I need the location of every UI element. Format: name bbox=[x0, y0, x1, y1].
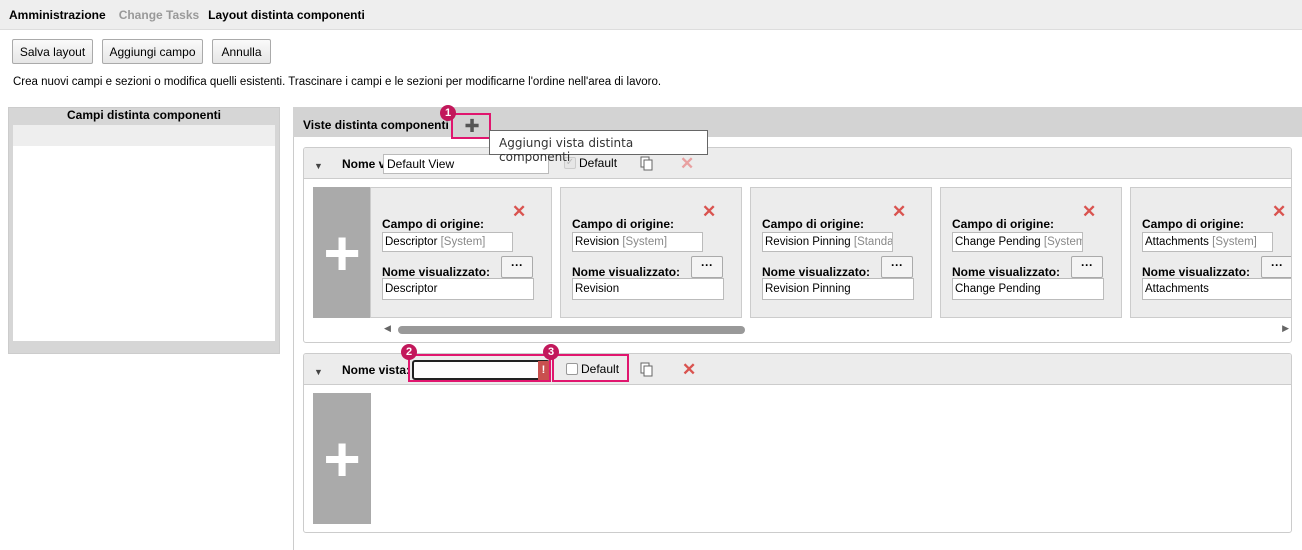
source-field-label: Campo di origine: bbox=[762, 217, 864, 231]
remove-field-icon[interactable]: ✕ bbox=[512, 203, 526, 220]
horizontal-scrollbar[interactable]: ◀ ▶ bbox=[384, 323, 1289, 335]
fields-panel-title: Campi distinta componenti bbox=[66, 108, 221, 122]
field-card[interactable]: ✕ Campo di origine: Revision Pinning [St… bbox=[750, 187, 932, 318]
delete-view-icon[interactable]: ✕ bbox=[682, 361, 696, 378]
callout-badge-2: 2 bbox=[401, 344, 417, 360]
display-name-label: Nome visualizzato: bbox=[952, 265, 1061, 279]
default-label: Default bbox=[579, 156, 618, 170]
display-name-input[interactable]: Revision bbox=[572, 278, 724, 300]
more-options-button[interactable]: ··· bbox=[501, 256, 533, 278]
save-layout-button[interactable]: Salva layout bbox=[12, 39, 93, 64]
field-card[interactable]: ✕ Campo di origine: Revision [System] ··… bbox=[560, 187, 742, 318]
remove-field-icon[interactable]: ✕ bbox=[892, 203, 906, 220]
more-options-button[interactable]: ··· bbox=[1261, 256, 1291, 278]
display-name-label: Nome visualizzato: bbox=[762, 265, 871, 279]
add-field-tile[interactable]: + bbox=[313, 187, 371, 318]
add-view-tooltip: Aggiungi vista distinta componenti bbox=[489, 130, 708, 164]
scroll-left-icon[interactable]: ◀ bbox=[384, 323, 391, 334]
description: Crea nuovi campi e sezioni o modifica qu… bbox=[13, 76, 662, 88]
source-field-tag: [Standar bbox=[853, 236, 893, 248]
source-field-tag: [System] bbox=[440, 236, 486, 248]
cancel-button[interactable]: Annulla bbox=[212, 39, 271, 64]
source-field-label: Campo di origine: bbox=[1142, 217, 1244, 231]
source-field-value: Revision bbox=[575, 236, 620, 248]
callout-3-highlight bbox=[552, 354, 629, 382]
source-field-label: Campo di origine: bbox=[572, 217, 674, 231]
display-name-input[interactable]: Revision Pinning bbox=[762, 278, 914, 300]
delete-view-icon[interactable]: ✕ bbox=[680, 155, 694, 172]
source-field-label: Campo di origine: bbox=[952, 217, 1054, 231]
callout-badge-1: 1 bbox=[440, 105, 456, 121]
source-field-tag: [System] bbox=[1212, 236, 1257, 248]
more-options-button[interactable]: ··· bbox=[881, 256, 913, 278]
breadcrumb-current: Layout distinta componenti bbox=[208, 7, 365, 22]
source-field-select[interactable]: Revision Pinning [Standar bbox=[762, 232, 893, 252]
source-field-tag: [System] bbox=[1043, 236, 1082, 248]
remove-field-icon[interactable]: ✕ bbox=[702, 203, 716, 220]
field-card[interactable]: ✕ Campo di origine: Descriptor [System] … bbox=[370, 187, 552, 318]
source-field-select[interactable]: Change Pending [System] bbox=[952, 232, 1083, 252]
source-field-select[interactable]: Attachments [System] bbox=[1142, 232, 1273, 252]
copy-icon[interactable] bbox=[640, 362, 654, 377]
display-name-label: Nome visualizzato: bbox=[1142, 265, 1251, 279]
breadcrumb: Amministrazione Change Tasks Layout dist… bbox=[0, 0, 1302, 30]
source-field-value: Descriptor bbox=[385, 236, 438, 248]
field-card[interactable]: ✕ Campo di origine: Change Pending [Syst… bbox=[940, 187, 1122, 318]
field-card[interactable]: ✕ Campo di origine: Attachments [System]… bbox=[1130, 187, 1291, 318]
breadcrumb-change-tasks[interactable]: Change Tasks bbox=[119, 8, 199, 22]
callout-badge-3: 3 bbox=[543, 344, 559, 360]
display-name-input[interactable]: Attachments bbox=[1142, 278, 1291, 300]
collapse-icon[interactable]: ▼ bbox=[314, 161, 323, 171]
collapse-icon[interactable]: ▼ bbox=[314, 367, 323, 377]
copy-icon[interactable] bbox=[640, 156, 654, 171]
view-name-label: Nome vista: bbox=[342, 363, 411, 377]
more-options-button[interactable]: ··· bbox=[1071, 256, 1103, 278]
add-field-button[interactable]: Aggiungi campo bbox=[102, 39, 203, 64]
view-default: ▼ Nome vista: Default View ✓Default ✕ + … bbox=[303, 147, 1292, 343]
display-name-input[interactable]: Descriptor bbox=[382, 278, 534, 300]
display-name-input[interactable]: Change Pending bbox=[952, 278, 1104, 300]
breadcrumb-administration[interactable]: Amministrazione bbox=[9, 8, 106, 22]
source-field-value: Change Pending bbox=[955, 236, 1041, 248]
callout-2-highlight bbox=[408, 354, 551, 382]
more-options-button[interactable]: ··· bbox=[691, 256, 723, 278]
callout-1-highlight bbox=[451, 113, 491, 139]
remove-field-icon[interactable]: ✕ bbox=[1272, 203, 1286, 220]
display-name-label: Nome visualizzato: bbox=[382, 265, 491, 279]
source-field-select[interactable]: Revision [System] bbox=[572, 232, 703, 252]
scroll-right-icon[interactable]: ▶ bbox=[1282, 323, 1289, 334]
display-name-label: Nome visualizzato: bbox=[572, 265, 681, 279]
remove-field-icon[interactable]: ✕ bbox=[1082, 203, 1096, 220]
list-item[interactable] bbox=[13, 125, 275, 146]
scrollbar-thumb[interactable] bbox=[398, 326, 745, 334]
view-header: ▼ Nome vista: Default View ✓Default ✕ bbox=[304, 148, 1291, 179]
fields-panel: Campi distinta componenti bbox=[8, 107, 280, 354]
add-field-tile[interactable]: + bbox=[313, 393, 371, 524]
source-field-value: Attachments bbox=[1145, 236, 1209, 248]
default-checkbox[interactable]: ✓Default bbox=[564, 156, 617, 170]
source-field-tag: [System] bbox=[622, 236, 668, 248]
source-field-value: Revision Pinning bbox=[765, 236, 851, 248]
source-field-select[interactable]: Descriptor [System] bbox=[382, 232, 513, 252]
source-field-label: Campo di origine: bbox=[382, 217, 484, 231]
views-panel-title: Viste distinta componenti bbox=[303, 118, 449, 132]
fields-list[interactable] bbox=[13, 125, 275, 341]
